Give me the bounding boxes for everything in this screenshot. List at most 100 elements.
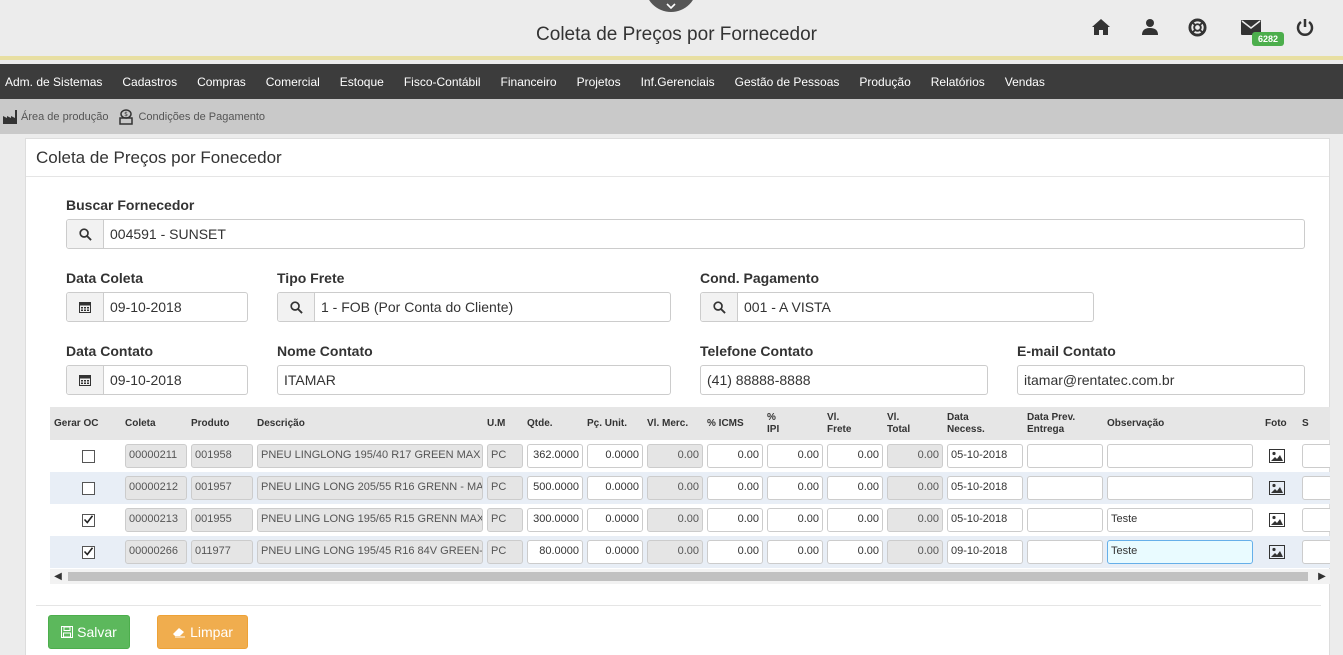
- telefone-input[interactable]: (41) 88888-8888: [700, 365, 988, 395]
- qtde-input[interactable]: 300.0000: [527, 508, 583, 532]
- data-prev-input[interactable]: [1027, 476, 1103, 500]
- save-button[interactable]: Salvar: [48, 615, 130, 649]
- shortcut-bar: Área de produção $ Condições de Pagament…: [0, 99, 1343, 134]
- collapse-toggle[interactable]: [645, 0, 697, 12]
- menu-item-comercial[interactable]: Comercial: [256, 75, 330, 89]
- ipi-input[interactable]: 0.00: [767, 444, 823, 468]
- menu-item-vendas[interactable]: Vendas: [995, 75, 1055, 89]
- fornecedor-input[interactable]: 004591 - SUNSET: [104, 220, 1304, 248]
- menu-item-projetos[interactable]: Projetos: [567, 75, 631, 89]
- data-prev-input[interactable]: [1027, 540, 1103, 564]
- gerar-oc-checkbox[interactable]: [82, 514, 95, 527]
- image-icon[interactable]: [1269, 481, 1285, 495]
- menu-item-producao[interactable]: Produção: [849, 75, 920, 89]
- table-horizontal-scrollbar[interactable]: ◀ ▶: [50, 569, 1330, 584]
- frete-input[interactable]: 0.00: [827, 508, 883, 532]
- icms-input[interactable]: 0.00: [707, 444, 763, 468]
- data-necess-input[interactable]: 05-10-2018: [947, 508, 1023, 532]
- menu-item-fisco[interactable]: Fisco-Contábil: [394, 75, 491, 89]
- clear-button[interactable]: Limpar: [157, 615, 248, 649]
- data-necess-input[interactable]: 05-10-2018: [947, 476, 1023, 500]
- extra-input[interactable]: [1302, 476, 1330, 500]
- menu-item-estoque[interactable]: Estoque: [330, 75, 394, 89]
- search-icon[interactable]: [701, 293, 738, 321]
- image-icon[interactable]: [1269, 545, 1285, 559]
- produto-cell: 001955: [191, 508, 253, 532]
- extra-input[interactable]: [1302, 540, 1330, 564]
- tipo-frete-input[interactable]: 1 - FOB (Por Conta do Cliente): [315, 293, 670, 321]
- gerar-oc-checkbox[interactable]: [82, 482, 95, 495]
- pc-unit-input[interactable]: 0.0000: [587, 444, 643, 468]
- home-icon[interactable]: [1089, 16, 1113, 38]
- um-cell: PC: [487, 444, 523, 468]
- qtde-input[interactable]: 500.0000: [527, 476, 583, 500]
- col-frete: Vl. Frete: [827, 407, 851, 440]
- menu-item-cadastros[interactable]: Cadastros: [112, 75, 187, 89]
- ipi-input[interactable]: 0.00: [767, 540, 823, 564]
- menu-item-financeiro[interactable]: Financeiro: [491, 75, 567, 89]
- menu-item-gestao-pessoas[interactable]: Gestão de Pessoas: [725, 75, 850, 89]
- data-coleta-field[interactable]: 09-10-2018: [66, 292, 248, 322]
- email-input[interactable]: itamar@rentatec.com.br: [1017, 365, 1305, 395]
- um-cell: PC: [487, 508, 523, 532]
- scroll-left-icon[interactable]: ◀: [50, 569, 66, 584]
- data-contato-input[interactable]: 09-10-2018: [104, 366, 247, 394]
- table-header: Gerar OC Coleta Produto Descrição U.M Qt…: [50, 407, 1330, 440]
- menu-item-inf-gerenciais[interactable]: Inf.Gerenciais: [631, 75, 725, 89]
- data-prev-input[interactable]: [1027, 444, 1103, 468]
- pc-unit-input[interactable]: 0.0000: [587, 508, 643, 532]
- lifebuoy-icon[interactable]: [1185, 16, 1209, 38]
- vl-merc-cell: 0.00: [647, 476, 703, 500]
- observacao-input[interactable]: Teste: [1107, 508, 1253, 532]
- cond-pagamento-field[interactable]: 001 - A VISTA: [700, 292, 1094, 322]
- qtde-input[interactable]: 80.0000: [527, 540, 583, 564]
- shortcut-condicoes-pagamento[interactable]: $ Condições de Pagamento: [118, 108, 265, 125]
- ipi-input[interactable]: 0.00: [767, 508, 823, 532]
- image-icon[interactable]: [1269, 449, 1285, 463]
- data-prev-input[interactable]: [1027, 508, 1103, 532]
- col-ipi-line2: IPI: [767, 423, 780, 435]
- fornecedor-search[interactable]: 004591 - SUNSET: [66, 219, 1305, 249]
- data-coleta-input[interactable]: 09-10-2018: [104, 293, 247, 321]
- data-contato-field[interactable]: 09-10-2018: [66, 365, 248, 395]
- gerar-oc-checkbox[interactable]: [82, 546, 95, 559]
- frete-input[interactable]: 0.00: [827, 476, 883, 500]
- search-icon[interactable]: [278, 293, 315, 321]
- frete-input[interactable]: 0.00: [827, 540, 883, 564]
- observacao-input[interactable]: [1107, 476, 1253, 500]
- menu-item-relatorios[interactable]: Relatórios: [921, 75, 995, 89]
- icms-input[interactable]: 0.00: [707, 540, 763, 564]
- observacao-input[interactable]: Teste: [1107, 540, 1253, 564]
- gerar-oc-checkbox[interactable]: [82, 450, 95, 463]
- extra-input[interactable]: [1302, 508, 1330, 532]
- calendar-icon[interactable]: [67, 366, 104, 394]
- extra-input[interactable]: [1302, 444, 1330, 468]
- data-coleta-label: Data Coleta: [66, 270, 144, 286]
- scroll-right-icon[interactable]: ▶: [1314, 569, 1330, 584]
- main-menu: Adm. de Sistemas Cadastros Compras Comer…: [0, 64, 1343, 99]
- search-icon[interactable]: [67, 220, 104, 248]
- ipi-input[interactable]: 0.00: [767, 476, 823, 500]
- coleta-cell: 00000213: [125, 508, 187, 532]
- menu-item-compras[interactable]: Compras: [187, 75, 256, 89]
- user-icon[interactable]: [1138, 16, 1162, 38]
- nome-contato-input[interactable]: ITAMAR: [277, 365, 671, 395]
- image-icon[interactable]: [1269, 513, 1285, 527]
- menu-item-adm[interactable]: Adm. de Sistemas: [0, 75, 112, 89]
- col-pc-unit: Pç. Unit.: [587, 417, 628, 429]
- frete-input[interactable]: 0.00: [827, 444, 883, 468]
- scrollbar-thumb[interactable]: [68, 572, 1308, 581]
- qtde-input[interactable]: 362.0000: [527, 444, 583, 468]
- icms-input[interactable]: 0.00: [707, 508, 763, 532]
- power-icon[interactable]: [1293, 16, 1317, 38]
- calendar-icon[interactable]: [67, 293, 104, 321]
- tipo-frete-field[interactable]: 1 - FOB (Por Conta do Cliente): [277, 292, 671, 322]
- data-necess-input[interactable]: 05-10-2018: [947, 444, 1023, 468]
- data-necess-input[interactable]: 09-10-2018: [947, 540, 1023, 564]
- pc-unit-input[interactable]: 0.0000: [587, 476, 643, 500]
- observacao-input[interactable]: [1107, 444, 1253, 468]
- pc-unit-input[interactable]: 0.0000: [587, 540, 643, 564]
- cond-pagamento-input[interactable]: 001 - A VISTA: [738, 293, 1093, 321]
- shortcut-area-producao[interactable]: Área de produção: [3, 109, 108, 124]
- icms-input[interactable]: 0.00: [707, 476, 763, 500]
